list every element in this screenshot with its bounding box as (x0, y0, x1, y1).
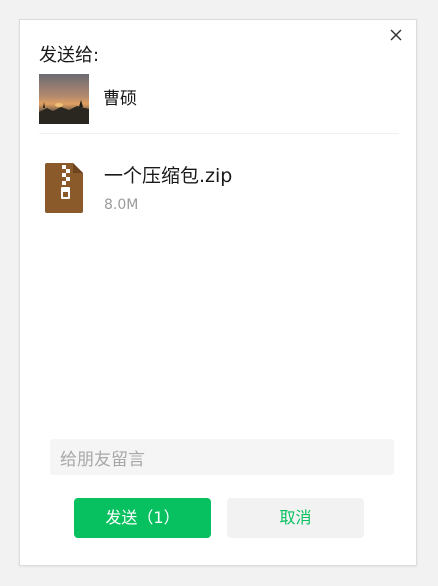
send-button[interactable]: 发送（1） (74, 498, 211, 538)
file-item: 一个压缩包.zip 8.0M (39, 160, 399, 220)
file-size: 8.0M (104, 197, 139, 213)
close-button[interactable] (388, 27, 404, 43)
divider (39, 133, 399, 134)
recipient-name: 曹硕 (103, 89, 137, 109)
send-dialog: 发送给: 曹硕 一个压缩包.zip 8.0M 给朋友留言 发送（1） 取消 (19, 19, 417, 566)
avatar (39, 74, 89, 124)
close-icon (390, 29, 402, 41)
cancel-button[interactable]: 取消 (227, 498, 364, 538)
send-to-label: 发送给: (39, 45, 100, 66)
zip-file-icon (45, 163, 83, 213)
recipient: 曹硕 (39, 74, 399, 124)
file-name: 一个压缩包.zip (104, 165, 233, 187)
message-input[interactable] (50, 439, 394, 475)
